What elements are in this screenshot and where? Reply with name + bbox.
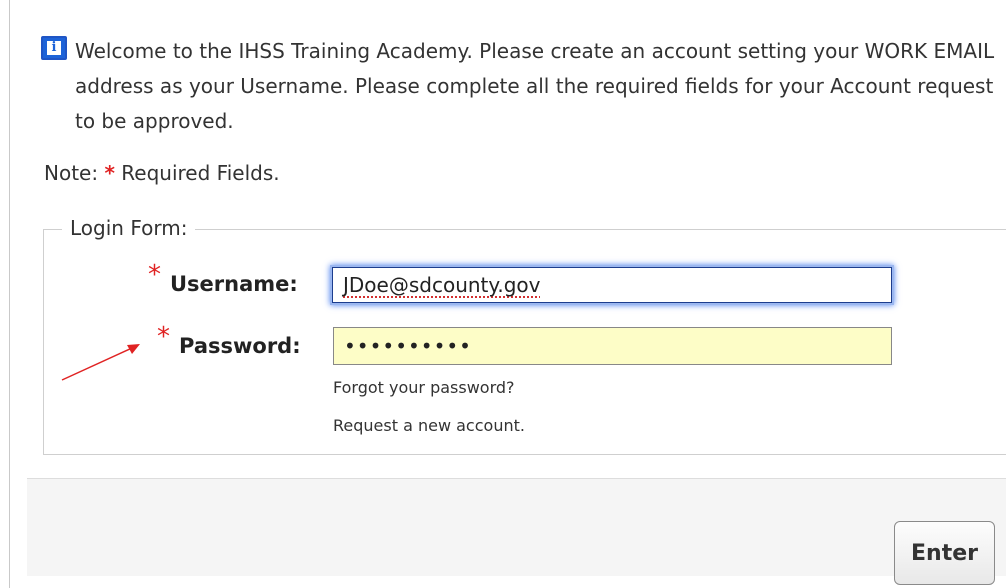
required-star-icon: *: [104, 161, 115, 185]
login-form-legend: Login Form:: [62, 213, 196, 243]
username-label-text: Username:: [170, 272, 298, 296]
username-label: * Username:: [148, 262, 298, 297]
password-label: * Password:: [157, 324, 301, 359]
note-prefix: Note:: [44, 161, 99, 185]
password-required-icon: *: [157, 322, 170, 352]
left-border: [9, 0, 10, 588]
password-input[interactable]: ••••••••••: [333, 327, 892, 365]
username-value: JDoe@sdcounty.gov: [343, 273, 541, 297]
forgot-password-link[interactable]: Forgot your password?: [333, 378, 515, 398]
info-icon: i: [41, 36, 67, 60]
required-note: Note: * Required Fields.: [44, 159, 280, 187]
login-page: i Welcome to the IHSS Training Academy. …: [0, 0, 1006, 588]
note-text: Required Fields.: [121, 161, 280, 185]
info-text: Welcome to the IHSS Training Academy. Pl…: [75, 39, 995, 133]
password-label-text: Password:: [179, 334, 301, 358]
form-footer: [27, 478, 1006, 576]
password-value: ••••••••••: [344, 334, 472, 358]
enter-button[interactable]: Enter: [894, 521, 995, 585]
username-input[interactable]: JDoe@sdcounty.gov: [332, 267, 892, 303]
annotation-arrow-icon: [61, 344, 140, 381]
info-message: i Welcome to the IHSS Training Academy. …: [41, 34, 1001, 139]
request-account-link[interactable]: Request a new account.: [333, 416, 525, 436]
info-icon-glyph: i: [47, 41, 61, 55]
username-required-icon: *: [148, 260, 161, 290]
